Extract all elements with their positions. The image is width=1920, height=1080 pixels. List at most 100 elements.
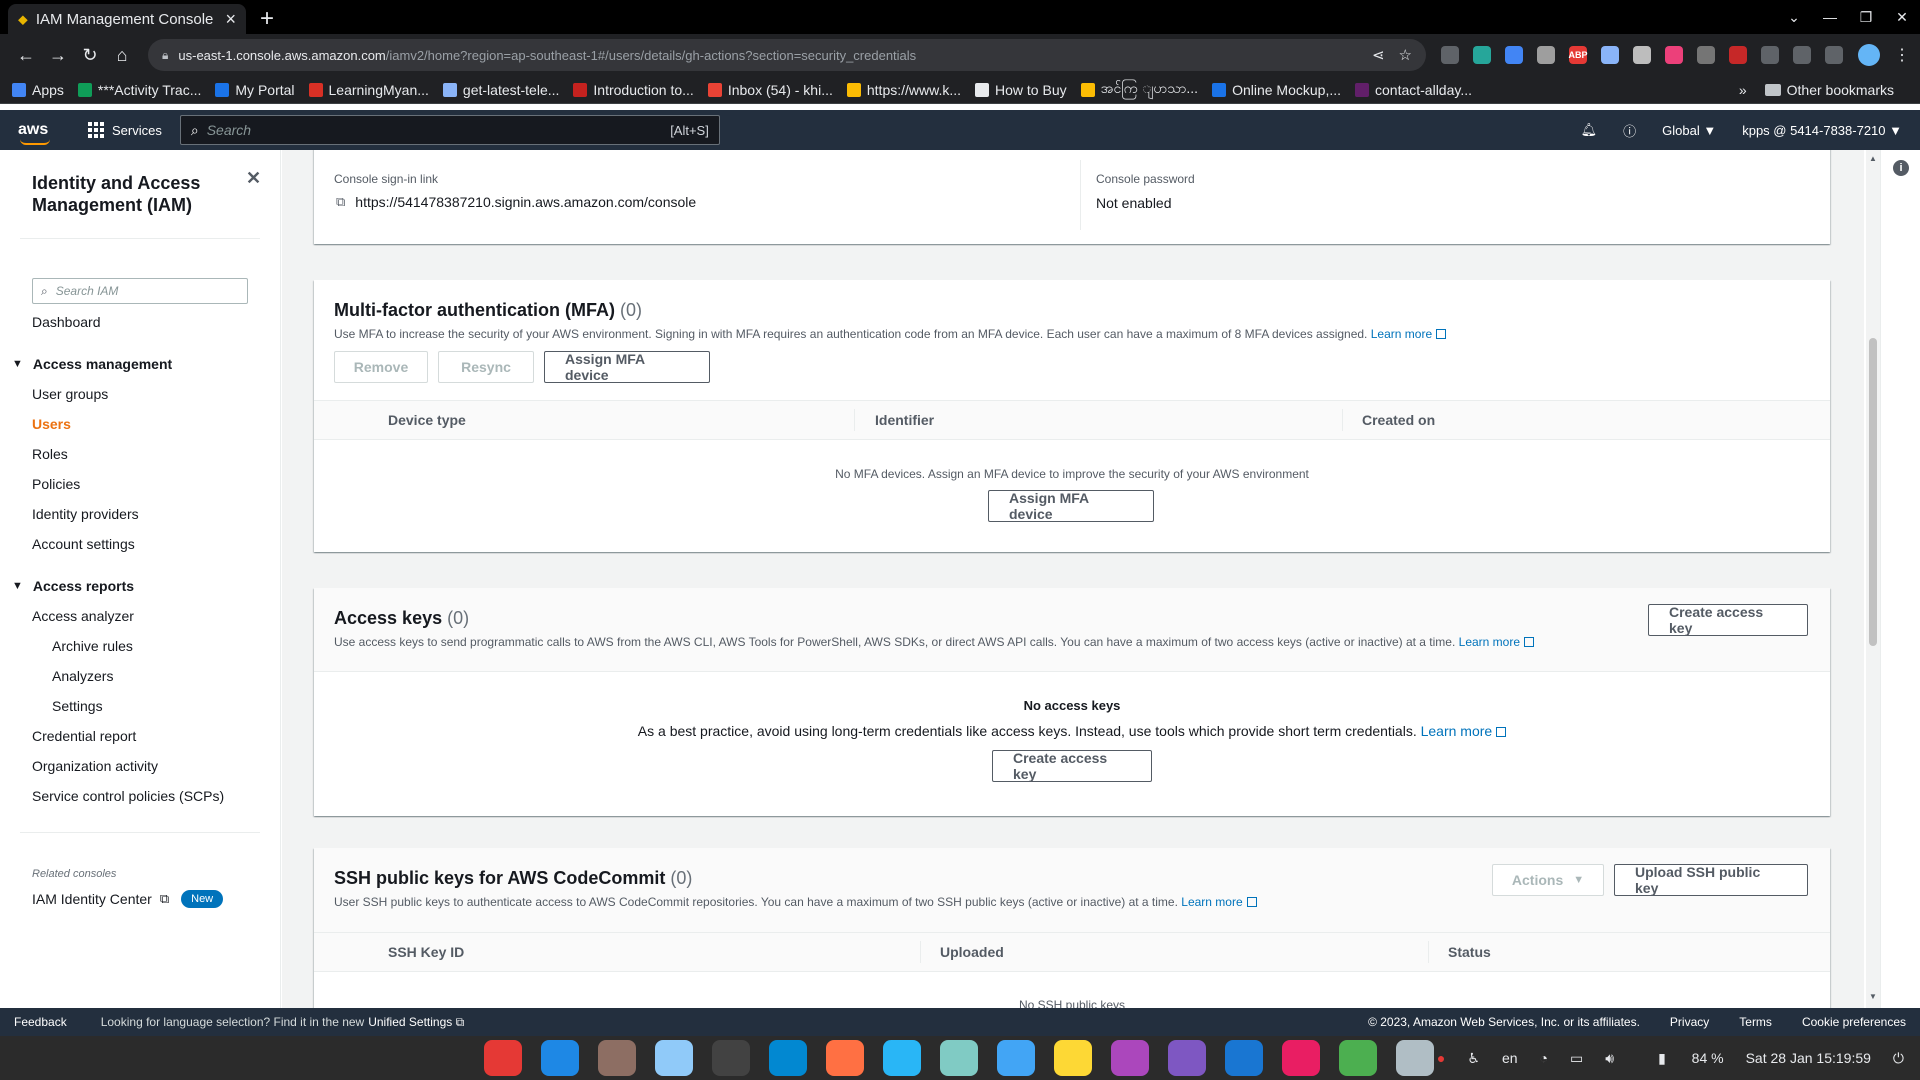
remove-button[interactable]: Remove	[334, 351, 428, 383]
bookmark-star-icon[interactable]: ☆	[1399, 46, 1412, 64]
sidebar-section-access-management[interactable]: ▼ Access management	[12, 356, 172, 372]
extensions-puzzle-icon[interactable]	[1761, 46, 1779, 64]
extension-icon[interactable]	[1633, 46, 1651, 64]
adblock-extension-icon[interactable]: ABP	[1569, 46, 1588, 64]
sidebar-item-roles[interactable]: Roles	[32, 446, 68, 462]
iam-identity-center-link[interactable]: IAM Identity Center ⧉ New	[32, 890, 224, 908]
tray-app-icon[interactable]: ●	[1437, 1050, 1445, 1066]
browser-menu-icon[interactable]: ⋮	[1894, 45, 1910, 65]
col-uploaded[interactable]: Uploaded	[940, 944, 1004, 960]
battery-indicator[interactable]: ▮ 84 %	[1636, 1050, 1724, 1067]
bookmark-item[interactable]: contact-allday...	[1355, 82, 1472, 98]
tab-close-icon[interactable]: ×	[225, 9, 236, 30]
access-keys-learn-more-link[interactable]: Learn more	[1459, 635, 1535, 649]
feedback-link[interactable]: Feedback	[14, 1015, 67, 1029]
sidebar-item-identity-providers[interactable]: Identity providers	[32, 506, 139, 522]
minimize-icon[interactable]: —	[1812, 9, 1848, 25]
sidebar-item-account-settings[interactable]: Account settings	[32, 536, 135, 552]
terms-link[interactable]: Terms	[1739, 1015, 1772, 1029]
create-access-key-button[interactable]: Create access key	[1648, 604, 1808, 636]
extension-icon[interactable]	[1697, 46, 1715, 64]
taskbar-app-icon[interactable]	[997, 1040, 1035, 1076]
new-tab-icon[interactable]: +	[260, 4, 274, 34]
aws-logo[interactable]: aws	[18, 121, 58, 145]
vpn-icon[interactable]: ▭	[1570, 1050, 1583, 1067]
share-icon[interactable]: ⋖	[1372, 46, 1385, 64]
sidebar-item-access-analyzer[interactable]: Access analyzer	[32, 608, 134, 624]
sidebar-item-organization-activity[interactable]: Organization activity	[32, 758, 158, 774]
taskbar-app-icon[interactable]	[883, 1040, 921, 1076]
home-icon[interactable]: ⌂	[106, 45, 138, 66]
help-icon[interactable]: ⓘ	[1623, 121, 1636, 140]
restore-icon[interactable]: ❐	[1848, 9, 1884, 26]
notifications-bell-icon[interactable]: 🔔︎	[1581, 122, 1598, 138]
bookmark-item[interactable]: ***Activity Trac...	[77, 82, 201, 98]
resync-button[interactable]: Resync	[438, 351, 534, 383]
taskbar-app-icon[interactable]	[1054, 1040, 1092, 1076]
taskbar-app-icon[interactable]	[1225, 1040, 1263, 1076]
taskbar-app-icon[interactable]	[826, 1040, 864, 1076]
keyboard-language[interactable]: en	[1502, 1050, 1518, 1066]
privacy-link[interactable]: Privacy	[1670, 1015, 1709, 1029]
bookmark-item[interactable]: Introduction to...	[573, 82, 694, 98]
lock-icon[interactable]: 🔒︎	[162, 48, 168, 63]
services-menu[interactable]: Services	[88, 122, 162, 138]
reload-icon[interactable]: ↻	[74, 45, 106, 66]
close-window-icon[interactable]: ✕	[1884, 9, 1920, 26]
taskbar-app-icon[interactable]	[1339, 1040, 1377, 1076]
extension-icon[interactable]	[1601, 46, 1619, 64]
aws-search-input[interactable]: ⌕ Search [Alt+S]	[179, 115, 720, 145]
bookmark-item[interactable]: Online Mockup,...	[1212, 82, 1341, 98]
profile-avatar[interactable]	[1858, 44, 1880, 66]
back-icon[interactable]: ←	[10, 45, 42, 66]
bookmark-item[interactable]: My Portal	[215, 82, 295, 98]
copy-icon[interactable]: ⧉	[336, 194, 345, 210]
close-sidebar-icon[interactable]: ✕	[246, 168, 261, 189]
scroll-up-icon[interactable]: ▲	[1869, 154, 1877, 163]
bookmark-item[interactable]: Inbox (54) - khi...	[707, 82, 833, 98]
sidebar-item-users[interactable]: Users	[32, 416, 71, 432]
col-status[interactable]: Status	[1448, 944, 1491, 960]
taskbar-app-icon[interactable]	[655, 1040, 693, 1076]
taskbar-app-icon[interactable]	[598, 1040, 636, 1076]
browser-tab[interactable]: ⬥ IAM Management Console ×	[8, 4, 246, 34]
col-identifier[interactable]: Identifier	[875, 412, 934, 428]
col-ssh-key-id[interactable]: SSH Key ID	[388, 944, 464, 960]
sidebar-item-scps[interactable]: Service control policies (SCPs)	[32, 788, 224, 804]
sidebar-item-policies[interactable]: Policies	[32, 476, 80, 492]
col-device-type[interactable]: Device type	[388, 412, 466, 428]
bookmark-item[interactable]: How to Buy	[975, 82, 1067, 98]
scrollbar-thumb[interactable]	[1869, 338, 1877, 646]
col-created-on[interactable]: Created on	[1362, 412, 1435, 428]
sidebar-item-analyzers[interactable]: Analyzers	[52, 668, 113, 684]
taskbar-app-icon[interactable]	[712, 1040, 750, 1076]
scroll-down-icon[interactable]: ▼	[1869, 992, 1877, 1001]
taskbar-app-icon[interactable]	[541, 1040, 579, 1076]
extension-icon[interactable]	[1537, 46, 1555, 64]
taskbar-app-icon[interactable]	[1282, 1040, 1320, 1076]
page-scrollbar[interactable]: ▲ ▼	[1866, 150, 1880, 1008]
clock[interactable]: Sat 28 Jan 15:19:59	[1746, 1050, 1871, 1066]
bookmark-item[interactable]: Apps	[12, 82, 64, 98]
taskbar-app-icon[interactable]	[769, 1040, 807, 1076]
taskbar-app-icon[interactable]	[940, 1040, 978, 1076]
ssh-learn-more-link[interactable]: Learn more	[1181, 895, 1257, 909]
taskbar-app-icon[interactable]	[1168, 1040, 1206, 1076]
assign-mfa-device-button[interactable]: Assign MFA device	[544, 351, 710, 383]
cookie-preferences-link[interactable]: Cookie preferences	[1802, 1015, 1906, 1029]
region-selector[interactable]: Global ▼	[1662, 123, 1716, 138]
info-icon[interactable]: i	[1893, 160, 1909, 176]
bookmarks-chevron-icon[interactable]: »	[1739, 82, 1747, 98]
sidebar-item-credential-report[interactable]: Credential report	[32, 728, 136, 744]
bookmark-item[interactable]: LearningMyan...	[308, 82, 429, 98]
taskbar-app-icon[interactable]	[484, 1040, 522, 1076]
reading-list-icon[interactable]	[1793, 46, 1811, 64]
extension-icon[interactable]	[1473, 46, 1491, 64]
assign-mfa-device-empty-button[interactable]: Assign MFA device	[988, 490, 1154, 522]
extension-icon[interactable]	[1665, 46, 1683, 64]
bookmark-item[interactable]: get-latest-tele...	[442, 82, 559, 98]
translate-extension-icon[interactable]	[1505, 46, 1523, 64]
address-bar[interactable]: 🔒︎ us-east-1.console.aws.amazon.com /iam…	[148, 39, 1426, 71]
upload-ssh-key-button[interactable]: Upload SSH public key	[1614, 864, 1808, 896]
wifi-icon[interactable]: ◔	[1540, 1050, 1548, 1066]
